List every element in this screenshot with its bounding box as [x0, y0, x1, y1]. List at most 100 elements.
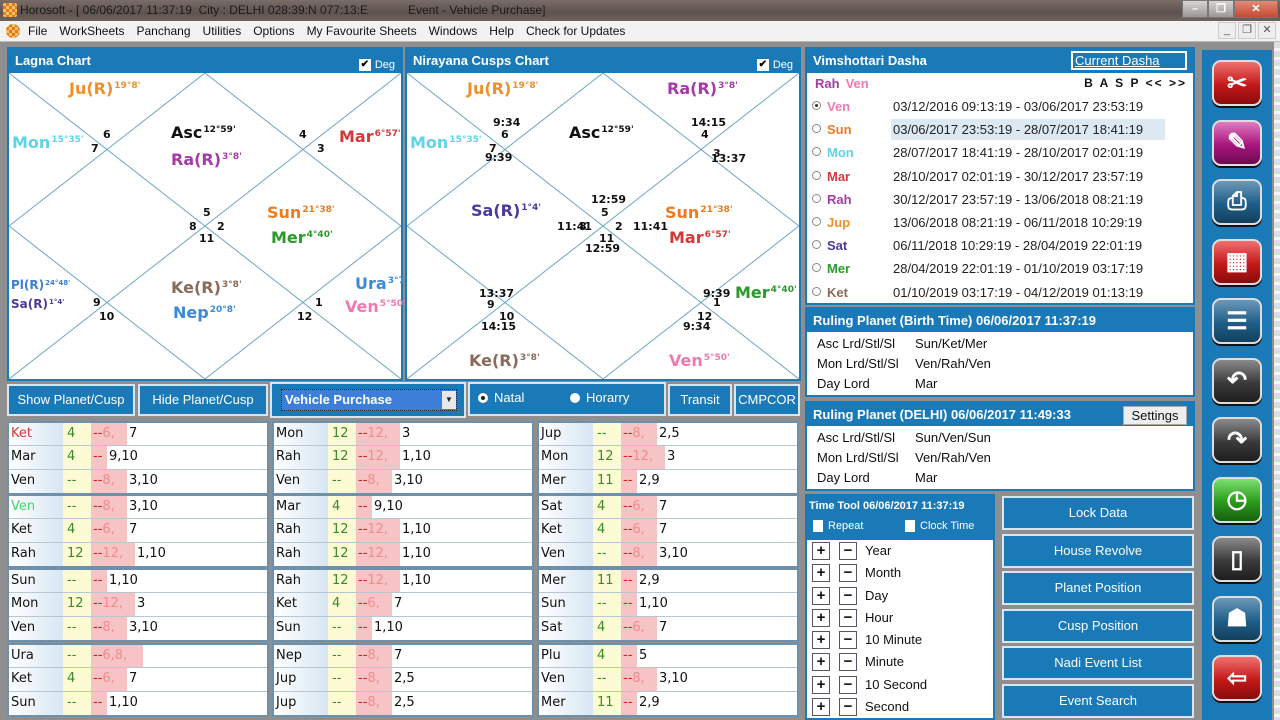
- decrement-button[interactable]: −: [839, 631, 857, 650]
- dasha-nav-buttons[interactable]: B A S P << >>: [1084, 76, 1187, 90]
- significator-row[interactable]: Rah 12 --12, 1,10: [274, 570, 532, 594]
- menu-windows[interactable]: Windows: [429, 24, 478, 38]
- exit-icon[interactable]: ⇦: [1212, 655, 1262, 701]
- dasha-radio[interactable]: [812, 124, 821, 134]
- chevron-down-icon[interactable]: ▼: [442, 391, 456, 409]
- show-planet-cusp-button[interactable]: Show Planet/Cusp: [7, 384, 135, 416]
- print-icon[interactable]: ⎙: [1212, 179, 1262, 225]
- forward-icon[interactable]: ↷: [1212, 417, 1262, 463]
- menu-file[interactable]: File: [28, 24, 47, 38]
- significator-row[interactable]: Jup -- --8, 2,5: [274, 668, 532, 692]
- significator-row[interactable]: Mer 11 -- 2,9: [539, 570, 797, 594]
- dasha-radio[interactable]: [812, 263, 821, 273]
- dasha-radio[interactable]: [812, 216, 821, 226]
- document-icon[interactable]: ☰: [1212, 298, 1262, 344]
- significator-row[interactable]: Mon 12 --12, 3: [9, 593, 267, 617]
- significator-row[interactable]: Mer 11 -- 2,9: [539, 469, 797, 493]
- significator-row[interactable]: Ket 4 --6, 7: [539, 519, 797, 543]
- decrement-button[interactable]: −: [839, 653, 857, 672]
- mdi-minimize-button[interactable]: _: [1218, 22, 1236, 39]
- increment-button[interactable]: +: [812, 608, 830, 627]
- dasha-radio[interactable]: [812, 286, 821, 296]
- alarm-clock-icon[interactable]: ◷: [1212, 476, 1262, 523]
- significator-row[interactable]: Ven -- --8, 3,10: [9, 616, 267, 640]
- dasha-radio[interactable]: [812, 101, 821, 110]
- menu-utilities[interactable]: Utilities: [203, 24, 242, 38]
- significator-row[interactable]: Mer 11 -- 2,9: [539, 691, 797, 715]
- mdi-restore-button[interactable]: ❐: [1238, 22, 1256, 39]
- dasha-radio[interactable]: [812, 147, 821, 157]
- notebook-icon[interactable]: ▯: [1212, 536, 1262, 582]
- repeat-checkbox[interactable]: Repeat: [813, 520, 863, 532]
- significator-row[interactable]: Ven -- --8, 3,10: [539, 542, 797, 566]
- dasha-row[interactable]: Mon 28/07/2017 18:41:19 - 28/10/2017 02:0…: [807, 141, 1193, 164]
- significator-row[interactable]: Mon 12 --12, 3: [539, 446, 797, 470]
- significator-row[interactable]: Ket 4 --6, 7: [274, 593, 532, 617]
- dasha-row[interactable]: Ket 01/10/2019 03:17:19 - 04/12/2019 01:1…: [807, 281, 1193, 304]
- increment-button[interactable]: +: [812, 631, 830, 650]
- increment-button[interactable]: +: [812, 564, 830, 583]
- decrement-button[interactable]: −: [839, 698, 857, 717]
- significator-row[interactable]: Rah 12 --12, 1,10: [274, 446, 532, 470]
- mdi-close-button[interactable]: ✕: [1258, 22, 1276, 39]
- significator-row[interactable]: Plu 4 -- 5: [539, 645, 797, 669]
- cmpcor-button[interactable]: CMPCOR: [734, 384, 800, 416]
- clock-time-checkbox[interactable]: Clock Time: [905, 520, 974, 532]
- significator-row[interactable]: Sun -- -- 1,10: [9, 691, 267, 715]
- dasha-row[interactable]: Ven 03/12/2016 09:13:19 - 03/06/2017 23:5…: [807, 95, 1193, 118]
- significator-row[interactable]: Ven -- --8, 3,10: [274, 469, 532, 493]
- significator-row[interactable]: Sun -- -- 1,10: [274, 616, 532, 640]
- horary-radio[interactable]: Horarry: [570, 390, 629, 405]
- increment-button[interactable]: +: [812, 675, 830, 694]
- close-button[interactable]: ✕: [1234, 0, 1278, 18]
- current-dasha-link[interactable]: Current Dasha: [1071, 51, 1187, 70]
- dasha-radio[interactable]: [812, 193, 821, 203]
- dasha-row[interactable]: Sat 06/11/2018 10:29:19 - 28/04/2019 22:0…: [807, 234, 1193, 257]
- significator-row[interactable]: Sat 4 --6, 7: [539, 496, 797, 520]
- restore-button[interactable]: ❐: [1208, 0, 1234, 18]
- tools-icon[interactable]: ✂: [1212, 60, 1262, 106]
- significator-row[interactable]: Ket 4 --6, 7: [9, 423, 267, 447]
- hide-planet-cusp-button[interactable]: Hide Planet/Cusp: [138, 384, 268, 416]
- house-revolve-button[interactable]: House Revolve: [1002, 534, 1194, 568]
- significator-row[interactable]: Nep -- --8, 7: [274, 645, 532, 669]
- significator-row[interactable]: Ura -- --6,8,: [9, 645, 267, 669]
- decrement-button[interactable]: −: [839, 608, 857, 627]
- settings-button[interactable]: Settings: [1123, 406, 1187, 425]
- nadi-event-list-button[interactable]: Nadi Event List: [1002, 646, 1194, 680]
- significator-row[interactable]: Mar 4 -- 9,10: [274, 496, 532, 520]
- menu-logo-icon[interactable]: [6, 24, 20, 38]
- decrement-button[interactable]: −: [839, 675, 857, 694]
- increment-button[interactable]: +: [812, 653, 830, 672]
- cusp-position-button[interactable]: Cusp Position: [1002, 609, 1194, 643]
- decrement-button[interactable]: −: [839, 586, 857, 605]
- menu-options[interactable]: Options: [253, 24, 294, 38]
- significator-row[interactable]: Jup -- --8, 2,5: [539, 423, 797, 447]
- dasha-row[interactable]: Jup 13/06/2018 08:21:19 - 06/11/2018 10:2…: [807, 211, 1193, 234]
- edit-icon[interactable]: ✎: [1212, 119, 1262, 166]
- menu-my-favourite-sheets[interactable]: My Favourite Sheets: [307, 24, 417, 38]
- significator-row[interactable]: Mon 12 --12, 3: [274, 423, 532, 447]
- dasha-row[interactable]: Mer 28/04/2019 22:01:19 - 01/10/2019 03:1…: [807, 257, 1193, 280]
- lock-data-button[interactable]: Lock Data: [1002, 496, 1194, 530]
- increment-button[interactable]: +: [812, 542, 830, 560]
- transit-button[interactable]: Transit: [668, 384, 732, 416]
- dasha-row[interactable]: Rah 30/12/2017 23:57:19 - 13/06/2018 08:2…: [807, 188, 1193, 211]
- back-icon[interactable]: ↶: [1212, 357, 1262, 404]
- dasha-radio[interactable]: [812, 240, 821, 250]
- significator-row[interactable]: Jup -- --8, 2,5: [274, 691, 532, 715]
- event-select[interactable]: Vehicle Purchase ▼: [270, 382, 466, 418]
- significator-row[interactable]: Sun -- -- 1,10: [539, 593, 797, 617]
- event-search-button[interactable]: Event Search: [1002, 684, 1194, 718]
- decrement-button[interactable]: −: [839, 542, 857, 560]
- dasha-row[interactable]: Mar 28/10/2017 02:01:19 - 30/12/2017 23:5…: [807, 165, 1193, 188]
- significator-row[interactable]: Sat 4 --6, 7: [539, 616, 797, 640]
- significator-row[interactable]: Rah 12 --12, 1,10: [9, 542, 267, 566]
- calendar-icon[interactable]: ▦: [1212, 238, 1262, 285]
- menu-help[interactable]: Help: [489, 24, 514, 38]
- significator-row[interactable]: Rah 12 --12, 1,10: [274, 519, 532, 543]
- significator-row[interactable]: Sun -- -- 1,10: [9, 570, 267, 594]
- increment-button[interactable]: +: [812, 698, 830, 717]
- dasha-radio[interactable]: [812, 170, 821, 180]
- significator-row[interactable]: Rah 12 --12, 1,10: [274, 542, 532, 566]
